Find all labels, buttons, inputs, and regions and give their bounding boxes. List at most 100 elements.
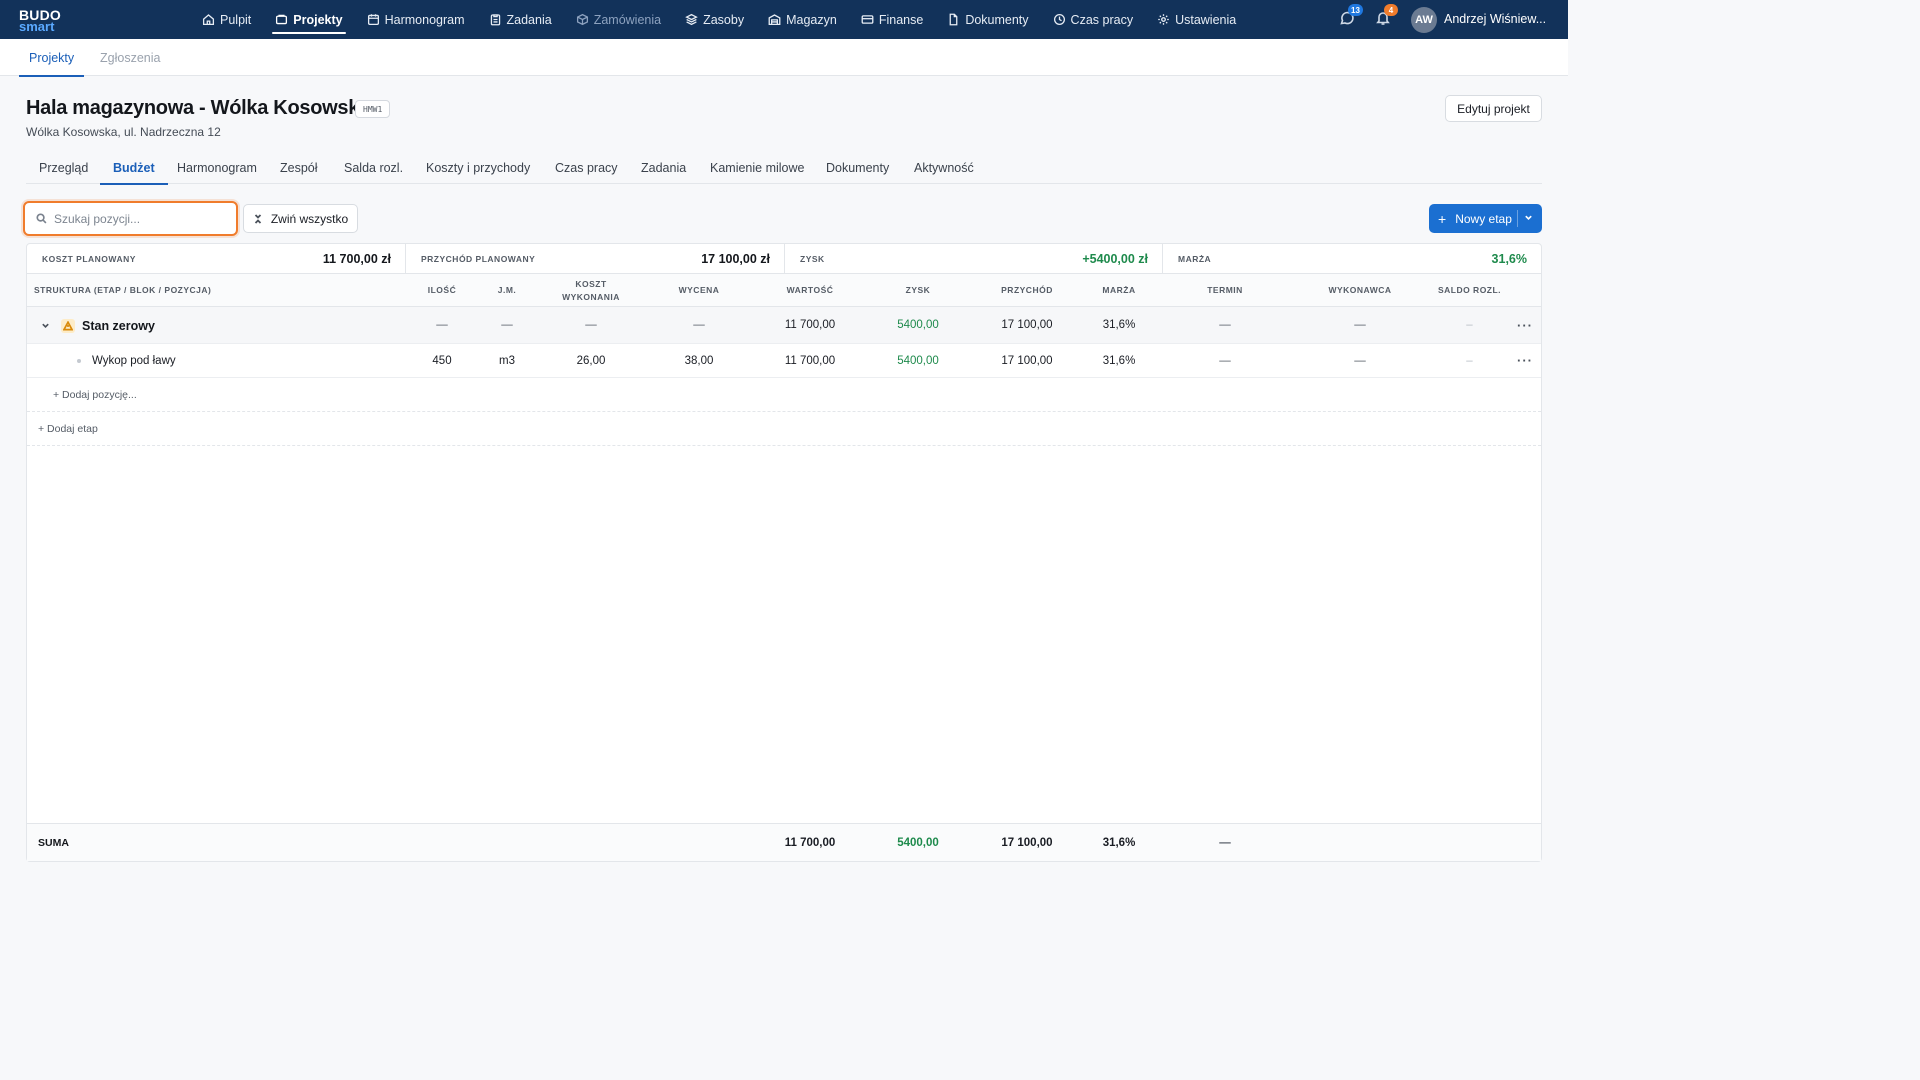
tab-salda-rozl[interactable]: Salda rozl.	[344, 152, 403, 184]
stage-revenue: 17 100,00	[1001, 319, 1053, 331]
user-name[interactable]: Andrzej Wiśniew...	[1444, 12, 1546, 26]
nav-item-label: Czas pracy	[1070, 12, 1134, 27]
chevron-down-icon[interactable]	[1524, 213, 1533, 222]
tab-koszty-i-przychody[interactable]: Koszty i przychody	[426, 152, 530, 184]
position-cost[interactable]: 26,00	[551, 344, 631, 377]
position-contractor[interactable]: —	[1315, 344, 1405, 377]
stage-value: 11 700,00	[784, 319, 836, 331]
column-header-profit[interactable]: ZYSK	[883, 274, 953, 307]
search-icon	[36, 213, 47, 224]
totals-profit: 5400,00	[897, 836, 939, 849]
card-icon	[861, 15, 874, 24]
clock-icon	[1053, 13, 1065, 26]
stage-name: Stan zerowy	[82, 318, 155, 333]
search-field[interactable]	[23, 201, 238, 236]
avatar[interactable]: AW	[1411, 7, 1437, 33]
tab-przeglad[interactable]: Przegląd	[39, 152, 88, 184]
kpi-value: 17 100,00 zł	[701, 252, 770, 266]
kpi-planned-revenue: PRZYCHÓD PLANOWANY 17 100,00 zł	[406, 244, 785, 274]
nav-item-pulpit[interactable]: Pulpit	[195, 0, 258, 39]
position-value: 11 700,00	[784, 354, 836, 367]
column-header-deadline[interactable]: TERMIN	[1185, 274, 1265, 307]
nav-item-ustawienia[interactable]: Ustawienia	[1150, 0, 1243, 39]
tab-budzet[interactable]: Budżet	[100, 152, 168, 185]
nav-item-finanse[interactable]: Finanse	[854, 0, 930, 39]
chevron-down-icon[interactable]	[41, 321, 50, 330]
stage-name-cell: Stan zerowy	[41, 307, 155, 344]
project-address: Wólka Kosowska, ul. Nadrzeczna 12	[26, 125, 221, 139]
nav-item-zadania[interactable]: Zadania	[482, 0, 559, 39]
row-menu-icon[interactable]: ···	[1517, 307, 1533, 343]
column-header-cost[interactable]: KOSZT WYKONANIA	[551, 274, 631, 307]
position-qty[interactable]: 450	[412, 344, 472, 377]
page-title: Hala magazynowa - Wólka Kosowska	[26, 97, 370, 119]
nav-item-label: Magazyn	[786, 12, 837, 27]
nav-item-dokumenty[interactable]: Dokumenty	[940, 0, 1035, 39]
add-stage-link[interactable]: + Dodaj etap	[38, 412, 98, 446]
position-row[interactable]: Wykop pod ławy 450 m3 26,00 38,00 11 700…	[27, 344, 1541, 378]
column-header-structure[interactable]: STRUKTURA (ETAP / BLOK / POZYCJA)	[34, 274, 334, 307]
search-input[interactable]	[54, 211, 224, 226]
column-header-qty[interactable]: ILOŚĆ	[412, 274, 472, 307]
add-stage-row: + Dodaj etap	[27, 412, 1541, 446]
tab-zadania[interactable]: Zadania	[641, 152, 686, 184]
tab-kamienie-milowe[interactable]: Kamienie milowe	[710, 152, 804, 184]
notifications-button[interactable]: 4	[1375, 4, 1398, 28]
position-name-cell: Wykop pod ławy	[77, 344, 176, 378]
stage-balance: –	[1466, 319, 1473, 331]
column-header-balance[interactable]: SALDO ROZL.	[1427, 274, 1512, 307]
kpi-margin: MARŻA 31,6%	[1163, 244, 1541, 274]
kpi-label: KOSZT PLANOWANY	[42, 254, 136, 264]
top-navigation-bar: BUDO smart Pulpit Projekty Harmonogram Z…	[0, 0, 1568, 39]
position-deadline[interactable]: —	[1185, 344, 1265, 377]
kpi-label: ZYSK	[800, 254, 825, 264]
nav-item-projekty[interactable]: Projekty	[268, 0, 349, 39]
collapse-icon	[254, 213, 261, 224]
totals-value: 11 700,00	[784, 836, 836, 849]
kpi-value: +5400,00 zł	[1082, 252, 1148, 266]
app-logo[interactable]: BUDO smart	[19, 7, 69, 34]
stage-row[interactable]: Stan zerowy — — — — 11 700,00 5400,00 17…	[27, 307, 1541, 344]
nav-item-label: Harmonogram	[384, 12, 465, 27]
nav-item-label: Ustawienia	[1175, 12, 1237, 27]
nav-item-harmonogram[interactable]: Harmonogram	[360, 0, 472, 39]
nav-item-zamowienia[interactable]: Zamówienia	[569, 0, 668, 39]
messages-button[interactable]: 13	[1339, 4, 1363, 28]
documents-icon	[949, 13, 958, 26]
folder-icon	[276, 14, 288, 25]
column-header-margin[interactable]: MARŻA	[1089, 274, 1149, 307]
collapse-all-button[interactable]: Zwiń wszystko	[243, 204, 358, 233]
tab-harmonogram[interactable]: Harmonogram	[177, 152, 257, 184]
gear-icon	[1158, 14, 1169, 25]
position-price[interactable]: 38,00	[664, 344, 734, 377]
nav-item-czas-pracy[interactable]: Czas pracy	[1046, 0, 1141, 39]
stage-unit: —	[501, 319, 513, 331]
warehouse-icon	[768, 14, 781, 26]
column-header-price[interactable]: WYCENA	[664, 274, 734, 307]
position-balance: –	[1466, 354, 1473, 367]
subtab-projekty[interactable]: Projekty	[18, 39, 85, 77]
position-unit[interactable]: m3	[482, 344, 532, 377]
tab-dokumenty[interactable]: Dokumenty	[826, 152, 889, 184]
column-header-value[interactable]: WARTOŚĆ	[770, 274, 850, 307]
tab-aktywnosc[interactable]: Aktywność	[914, 152, 974, 184]
column-header-revenue[interactable]: PRZYCHÓD	[987, 274, 1067, 307]
add-position-link[interactable]: + Dodaj pozycję...	[53, 378, 137, 412]
column-header-contractor[interactable]: WYKONAWCA	[1315, 274, 1405, 307]
column-header-unit[interactable]: J.M.	[482, 274, 532, 307]
messages-badge: 13	[1348, 4, 1363, 16]
totals-label: SUMA	[38, 837, 69, 849]
main-nav: Pulpit Projekty Harmonogram Zadania Zamó…	[195, 0, 1253, 39]
edit-project-button[interactable]: Edytuj projekt	[1445, 95, 1542, 122]
tab-czas-pracy[interactable]: Czas pracy	[555, 152, 618, 184]
row-menu-icon[interactable]: ···	[1517, 344, 1533, 377]
stage-contractor: —	[1354, 319, 1366, 331]
collapse-all-label: Zwiń wszystko	[270, 211, 349, 226]
subtab-zgloszenia[interactable]: Zgłoszenia	[100, 39, 160, 76]
new-stage-button[interactable]: + Nowy etap	[1429, 204, 1542, 233]
stage-price: —	[693, 319, 705, 331]
nav-item-zasoby[interactable]: Zasoby	[678, 0, 751, 39]
nav-item-magazyn[interactable]: Magazyn	[761, 0, 844, 39]
position-margin: 31,6%	[1102, 354, 1136, 367]
tab-zespol[interactable]: Zespół	[280, 152, 318, 184]
